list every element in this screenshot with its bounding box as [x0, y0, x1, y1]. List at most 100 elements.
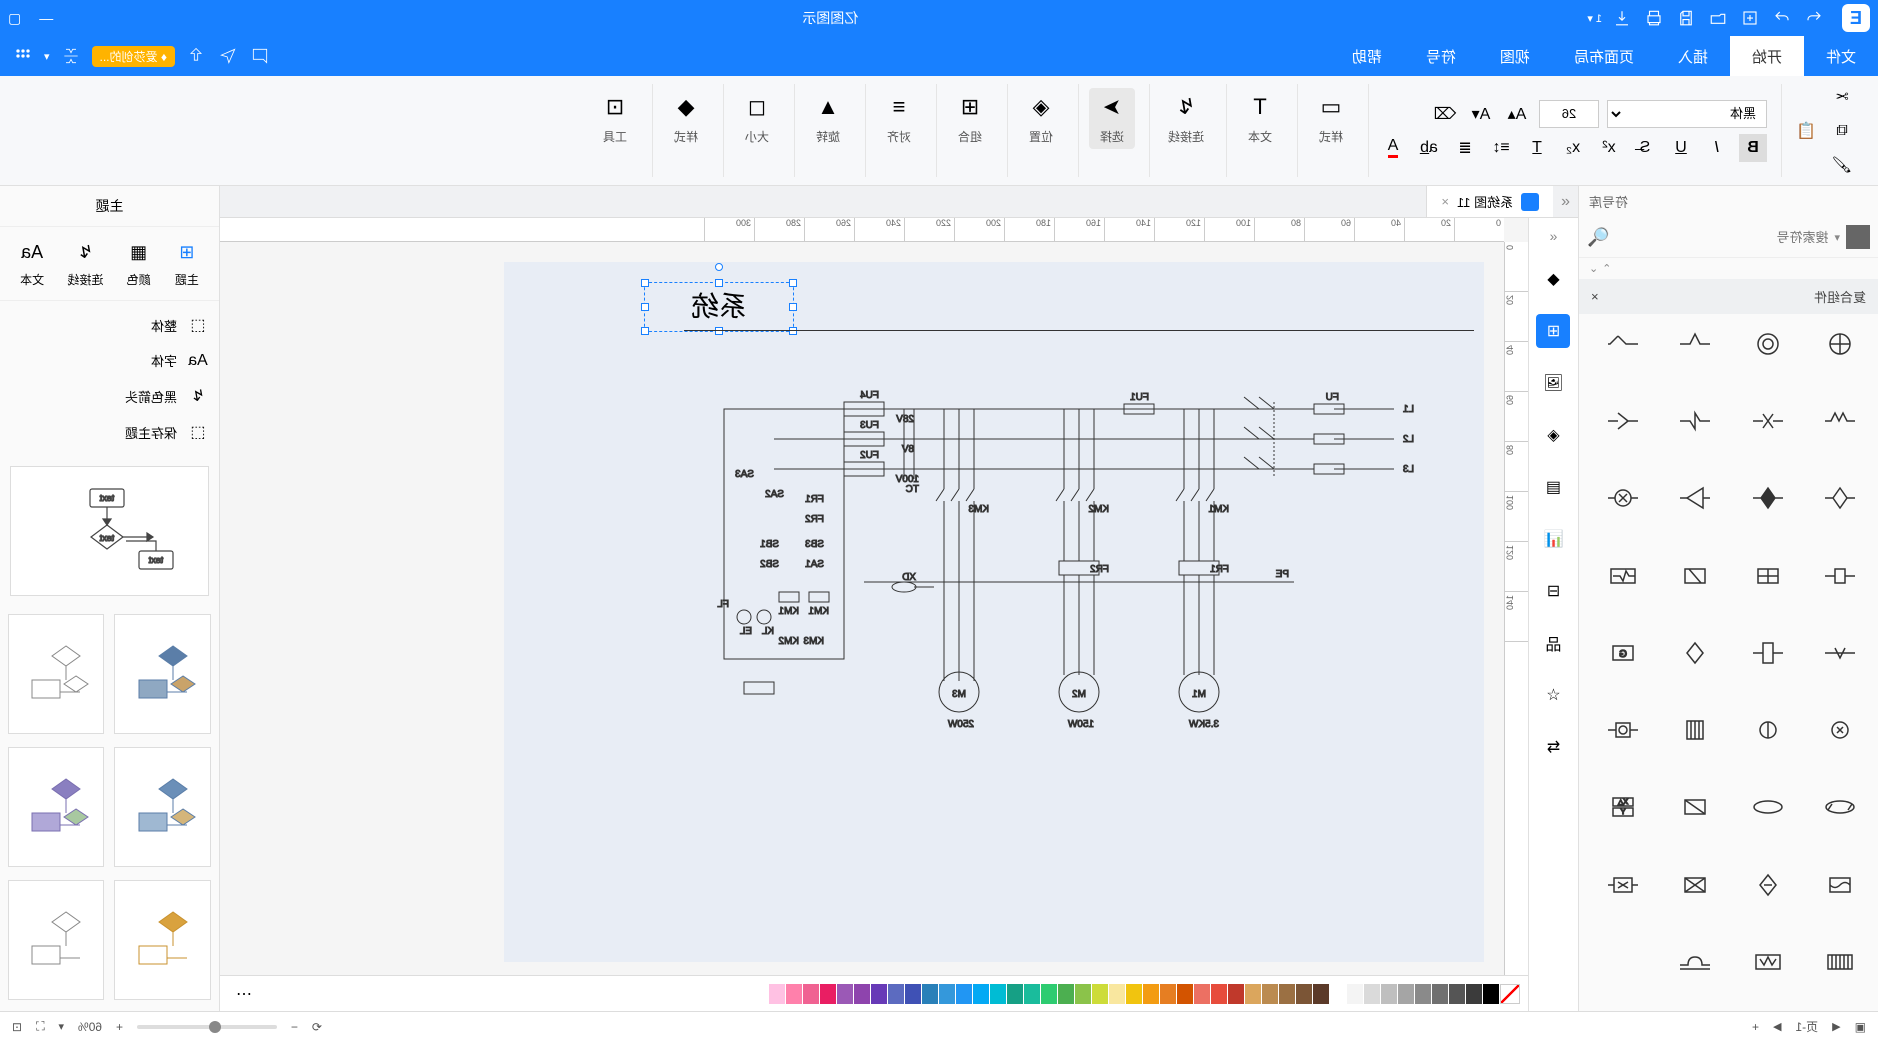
shape-item[interactable]	[1740, 478, 1796, 518]
shape-item[interactable]	[1595, 865, 1651, 905]
tabs-scroll-left[interactable]: «	[1553, 193, 1578, 211]
resize-handle[interactable]	[641, 303, 649, 311]
shape-item[interactable]	[1812, 865, 1868, 905]
color-swatch[interactable]	[905, 984, 921, 1004]
zoom-slider[interactable]	[137, 1025, 277, 1029]
resize-handle[interactable]	[641, 327, 649, 335]
color-swatch[interactable]	[1483, 984, 1499, 1004]
layers-tool[interactable]: ◈	[1537, 418, 1571, 452]
fit-page-icon[interactable]: ⛶	[36, 1019, 44, 1034]
color-swatch[interactable]	[1279, 984, 1295, 1004]
shape-item[interactable]	[1595, 710, 1651, 750]
color-swatch[interactable]	[1024, 984, 1040, 1004]
color-swatch[interactable]	[1313, 984, 1329, 1004]
comment-icon[interactable]	[249, 45, 271, 67]
color-swatch[interactable]	[1415, 984, 1431, 1004]
print-button[interactable]	[1640, 4, 1668, 32]
italic-button[interactable]: I	[1703, 134, 1731, 162]
decrease-font-button[interactable]: A▾	[1467, 100, 1495, 128]
more-colors[interactable]: ⋯	[228, 984, 260, 1004]
color-swatch[interactable]	[1381, 984, 1397, 1004]
fill-tool[interactable]: ◆	[1537, 262, 1571, 296]
theme-thumb[interactable]	[8, 747, 105, 867]
nav-font[interactable]: Aa字体	[10, 351, 209, 370]
color-swatch[interactable]	[1398, 984, 1414, 1004]
superscript-button[interactable]: x²	[1595, 134, 1623, 162]
shape-item[interactable]	[1740, 942, 1796, 982]
font-color-button[interactable]: A	[1379, 134, 1407, 162]
theme-thumb[interactable]	[8, 614, 105, 734]
nav-down-icon[interactable]: ⌄	[1589, 262, 1598, 275]
collapse-icon[interactable]: «	[1550, 228, 1558, 244]
page-indicator[interactable]: 页-1	[1796, 1018, 1819, 1035]
dropdown-indicator[interactable]: 1 ▾	[1587, 12, 1602, 25]
section-header[interactable]: 复合组件×	[1579, 279, 1878, 314]
style2-button[interactable]: ◆样式	[663, 88, 709, 149]
color-swatch[interactable]	[1007, 984, 1023, 1004]
resize-handle[interactable]	[789, 327, 797, 335]
color-swatch[interactable]	[1092, 984, 1108, 1004]
bullet-list-button[interactable]: ≣	[1451, 134, 1479, 162]
shape-item[interactable]	[1595, 556, 1651, 596]
shape-item[interactable]	[1740, 710, 1796, 750]
open-button[interactable]	[1704, 4, 1732, 32]
color-swatch[interactable]	[820, 984, 836, 1004]
shape-item[interactable]	[1740, 401, 1796, 441]
color-swatch[interactable]	[871, 984, 887, 1004]
text-button[interactable]: T文本	[1237, 88, 1283, 149]
resize-handle[interactable]	[789, 303, 797, 311]
subscript-button[interactable]: x₂	[1559, 134, 1587, 162]
line-spacing-button[interactable]: ≡↕	[1487, 134, 1515, 162]
zoom-in[interactable]: +	[116, 1020, 123, 1034]
color-swatch[interactable]	[1143, 984, 1159, 1004]
grid-apps-icon[interactable]	[12, 45, 34, 67]
shape-item[interactable]	[1668, 478, 1724, 518]
shape-item[interactable]	[1812, 478, 1868, 518]
format-painter-button[interactable]: 🖌	[1828, 151, 1856, 179]
shape-item[interactable]	[1740, 787, 1796, 827]
share-icon[interactable]	[185, 45, 207, 67]
size-button[interactable]: ◻大小	[734, 88, 780, 149]
pointer-icon[interactable]	[217, 45, 239, 67]
mode-text[interactable]: Aa文本	[19, 239, 45, 288]
chart-tool[interactable]: 📊	[1537, 522, 1571, 556]
menu-symbols[interactable]: 符号	[1404, 36, 1478, 76]
nav-save[interactable]: ⬚保存主题	[10, 422, 209, 442]
search-input[interactable]	[1615, 230, 1828, 245]
fit-width-icon[interactable]: ⊡	[12, 1020, 22, 1034]
mode-connector[interactable]: ↯连接线	[67, 239, 103, 288]
search-icon[interactable]: 🔍	[1587, 227, 1609, 248]
group-button[interactable]: ⊞组合	[947, 88, 993, 149]
shape-item[interactable]	[1740, 556, 1796, 596]
zoom-reset[interactable]: ⟲	[312, 1020, 322, 1034]
tools-button[interactable]: ⊡工具	[592, 88, 638, 149]
selected-text[interactable]: 系统	[645, 283, 793, 333]
shape-item[interactable]	[1595, 478, 1651, 518]
user-badge[interactable]: ♦ 爱莎创的...	[92, 46, 175, 67]
export-button[interactable]	[1608, 4, 1636, 32]
color-swatch[interactable]	[1466, 984, 1482, 1004]
color-swatch[interactable]	[956, 984, 972, 1004]
page[interactable]: 系统 L1 L2 L3 FU	[504, 262, 1484, 962]
shape-item[interactable]	[1668, 787, 1724, 827]
position-button[interactable]: ◈位置	[1018, 88, 1064, 149]
color-swatch[interactable]	[1041, 984, 1057, 1004]
bold-button[interactable]: B	[1739, 134, 1767, 162]
underline-button[interactable]: U	[1667, 134, 1695, 162]
shape-item[interactable]	[1668, 556, 1724, 596]
color-swatch[interactable]	[1449, 984, 1465, 1004]
connect-tool[interactable]: ⇆	[1537, 730, 1571, 764]
menu-file[interactable]: 文件	[1804, 36, 1878, 76]
color-swatch[interactable]	[769, 984, 785, 1004]
color-swatch[interactable]	[1211, 984, 1227, 1004]
cut-button[interactable]: ✂	[1828, 83, 1856, 111]
shape-item[interactable]	[1595, 401, 1651, 441]
color-swatch[interactable]	[1194, 984, 1210, 1004]
shape-item[interactable]	[1668, 710, 1724, 750]
shape-item[interactable]	[1812, 401, 1868, 441]
circuit-diagram[interactable]: L1 L2 L3 FU KM1 FR1	[564, 382, 1424, 882]
shape-item[interactable]	[1668, 633, 1724, 673]
color-swatch[interactable]	[1296, 984, 1312, 1004]
strikethrough-button[interactable]: S̶	[1631, 134, 1659, 162]
paste-button[interactable]: 📋	[1792, 117, 1820, 145]
